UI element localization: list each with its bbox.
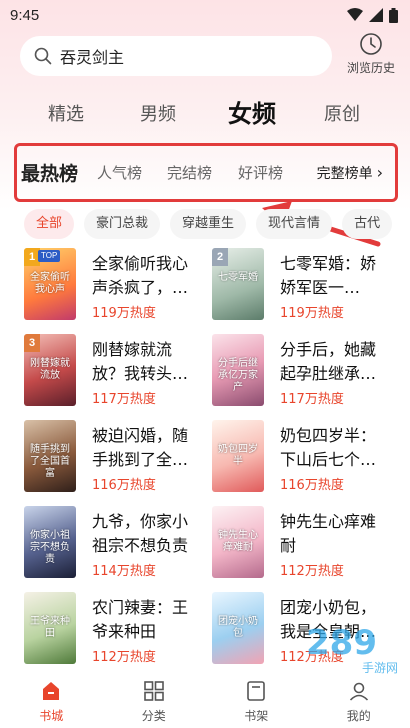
book-card[interactable]: 1 TOP 全家偷听我心声 全家偷听我心声杀疯了，我... 119万热度 bbox=[24, 248, 209, 326]
book-cover: 2 七零军婚 bbox=[212, 248, 264, 320]
cover-title: 七零军婚 bbox=[218, 272, 258, 283]
book-card[interactable]: 钟先生心痒难耐 钟先生心痒难耐 112万热度 bbox=[212, 506, 397, 584]
full-rank-list-label: 完整榜单 bbox=[316, 165, 373, 182]
rank-best-rated[interactable]: 好评榜 bbox=[238, 162, 283, 183]
book-title: 被迫闪婚，随手挑到了全国... bbox=[92, 426, 189, 469]
tab-female[interactable]: 女频 bbox=[228, 94, 276, 129]
rank-badge: 3 bbox=[24, 334, 40, 352]
chip-ancient[interactable]: 古代 bbox=[342, 209, 393, 239]
nav-label: 分类 bbox=[141, 708, 166, 723]
book-heat: 117万热度 bbox=[280, 392, 344, 407]
book-heat: 116万热度 bbox=[280, 478, 344, 493]
channel-tabs: 精选 男频 女频 原创 bbox=[0, 92, 410, 132]
book-heat: 116万热度 bbox=[92, 478, 156, 493]
category-chips: 全部 豪门总裁 穿越重生 现代言情 古代 bbox=[0, 209, 410, 239]
book-title: 全家偷听我心声杀疯了，我... bbox=[92, 254, 189, 297]
user-icon bbox=[349, 682, 368, 701]
book-card[interactable]: 奶包四岁半 奶包四岁半：下山后七个哥... 116万热度 bbox=[212, 420, 397, 498]
book-heat: 117万热度 bbox=[92, 392, 156, 407]
status-bar: 9:45 bbox=[0, 0, 410, 30]
rank-popular[interactable]: 人气榜 bbox=[97, 162, 142, 183]
cover-title: 刚替嫁就流放 bbox=[30, 358, 70, 381]
status-icons bbox=[347, 7, 398, 23]
cover-title: 团宠小奶包 bbox=[218, 616, 258, 639]
browse-history-label: 浏览历史 bbox=[346, 61, 395, 75]
cover-title: 随手挑到了全国首富 bbox=[30, 444, 70, 479]
chevron-right-icon: › bbox=[376, 163, 383, 182]
book-card[interactable]: 2 七零军婚 七零军婚：娇娇军医一哭，... 119万热度 bbox=[212, 248, 397, 326]
bottom-nav: 书城 分类 书架 我的 bbox=[0, 674, 410, 728]
book-cover: 分手后继承亿万家产 bbox=[212, 334, 264, 406]
book-title: 七零军婚：娇娇军医一哭，... bbox=[280, 254, 377, 297]
book-cover: 3 刚替嫁就流放 bbox=[24, 334, 76, 406]
nav-label: 我的 bbox=[346, 708, 371, 723]
book-cover: 王爷来种田 bbox=[24, 592, 76, 664]
book-heat: 112万热度 bbox=[92, 650, 156, 665]
tab-male[interactable]: 男频 bbox=[140, 100, 176, 126]
cover-title: 王爷来种田 bbox=[30, 616, 70, 639]
book-heat: 114万热度 bbox=[92, 564, 156, 579]
book-cover: 1 TOP 全家偷听我心声 bbox=[24, 248, 76, 320]
chip-all[interactable]: 全部 bbox=[24, 209, 75, 239]
top-tag: TOP bbox=[38, 250, 61, 262]
book-card[interactable]: 分手后继承亿万家产 分手后，她藏起孕肚继承亿... 117万热度 bbox=[212, 334, 397, 412]
nav-label: 书城 bbox=[39, 708, 64, 723]
rank-completed[interactable]: 完结榜 bbox=[167, 162, 212, 183]
rank-badge: 2 bbox=[212, 248, 228, 266]
book-card[interactable]: 随手挑到了全国首富 被迫闪婚，随手挑到了全国... 116万热度 bbox=[24, 420, 209, 498]
search-bar[interactable]: 吞灵剑主 bbox=[20, 36, 332, 76]
book-title: 钟先生心痒难耐 bbox=[280, 512, 377, 555]
chip-rebirth[interactable]: 穿越重生 bbox=[170, 209, 247, 239]
book-title: 分手后，她藏起孕肚继承亿... bbox=[280, 340, 377, 383]
book-card[interactable]: 3 刚替嫁就流放 刚替嫁就流放？我转头搬... 117万热度 bbox=[24, 334, 209, 412]
status-time: 9:45 bbox=[10, 6, 40, 24]
search-query: 吞灵剑主 bbox=[60, 48, 125, 67]
book-heat: 112万热度 bbox=[280, 564, 344, 579]
rank-tabs: 最热榜 人气榜 完结榜 好评榜 完整榜单 › bbox=[14, 143, 398, 202]
nav-category[interactable]: 分类 bbox=[103, 674, 206, 728]
book-title: 农门辣妻：王爷来种田 bbox=[92, 598, 189, 641]
cover-title: 分手后继承亿万家产 bbox=[218, 358, 258, 393]
cover-title: 你家小祖宗不想负责 bbox=[30, 530, 70, 565]
signal-icon bbox=[369, 8, 383, 22]
watermark-logo: 289 手游网 bbox=[300, 614, 404, 678]
book-heat: 119万热度 bbox=[280, 306, 344, 321]
wifi-icon bbox=[347, 8, 363, 21]
home-icon bbox=[43, 681, 60, 700]
grid-icon bbox=[143, 680, 164, 701]
book-cover: 随手挑到了全国首富 bbox=[24, 420, 76, 492]
cover-title: 钟先生心痒难耐 bbox=[218, 530, 258, 553]
chip-modern-romance[interactable]: 现代言情 bbox=[256, 209, 333, 239]
book-card[interactable]: 你家小祖宗不想负责 九爷，你家小祖宗不想负责 114万热度 bbox=[24, 506, 209, 584]
battery-icon bbox=[389, 7, 398, 23]
search-icon bbox=[34, 47, 52, 65]
bookshelf-icon bbox=[247, 680, 266, 701]
nav-bookstore[interactable]: 书城 bbox=[0, 674, 103, 728]
book-title: 奶包四岁半：下山后七个哥... bbox=[280, 426, 377, 469]
nav-label: 书架 bbox=[244, 708, 269, 723]
nav-bookshelf[interactable]: 书架 bbox=[205, 674, 308, 728]
rank-hottest[interactable]: 最热榜 bbox=[21, 159, 78, 186]
chip-ceo[interactable]: 豪门总裁 bbox=[84, 209, 161, 239]
cover-title: 全家偷听我心声 bbox=[30, 272, 70, 295]
cover-title: 奶包四岁半 bbox=[218, 444, 258, 467]
full-rank-list-link[interactable]: 完整榜单 › bbox=[317, 163, 383, 183]
book-cover: 你家小祖宗不想负责 bbox=[24, 506, 76, 578]
book-heat: 119万热度 bbox=[92, 306, 156, 321]
watermark-suffix: 手游网 bbox=[362, 661, 398, 675]
book-cover: 钟先生心痒难耐 bbox=[212, 506, 264, 578]
book-cover: 团宠小奶包 bbox=[212, 592, 264, 664]
watermark-number: 289 bbox=[306, 623, 377, 663]
tab-original[interactable]: 原创 bbox=[324, 100, 360, 126]
tab-featured[interactable]: 精选 bbox=[48, 100, 84, 126]
browse-history-button[interactable]: 浏览历史 bbox=[340, 32, 402, 80]
book-title: 九爷，你家小祖宗不想负责 bbox=[92, 512, 189, 555]
book-card[interactable]: 王爷来种田 农门辣妻：王爷来种田 112万热度 bbox=[24, 592, 209, 670]
nav-profile[interactable]: 我的 bbox=[308, 674, 410, 728]
clock-icon bbox=[360, 33, 382, 55]
book-cover: 奶包四岁半 bbox=[212, 420, 264, 492]
book-title: 刚替嫁就流放？我转头搬... bbox=[92, 340, 173, 383]
